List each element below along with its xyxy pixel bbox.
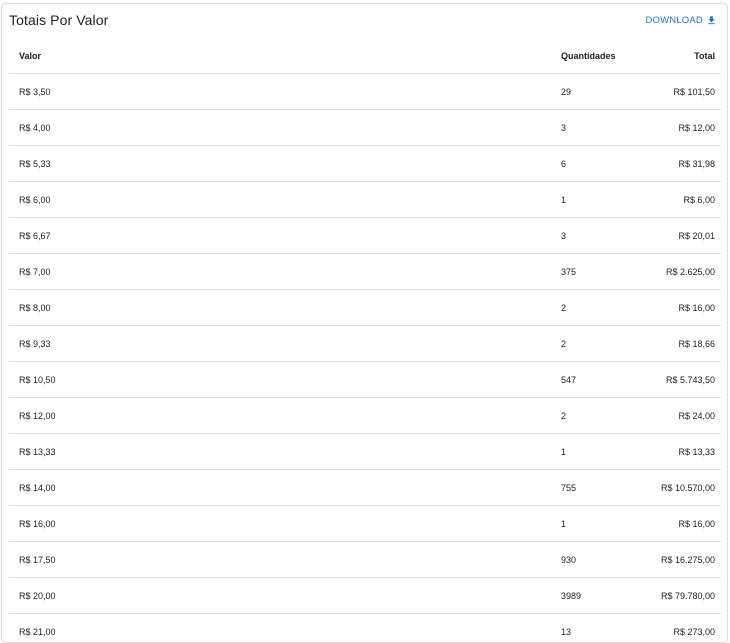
download-icon <box>706 15 717 26</box>
cell-valor: R$ 17,50 <box>9 542 551 578</box>
table-row: R$ 14,00755R$ 10.570,00 <box>9 470 721 506</box>
cell-quantidade: 755 <box>551 470 647 506</box>
cell-quantidade: 375 <box>551 254 647 290</box>
cell-valor: R$ 21,00 <box>9 614 551 643</box>
table-row: R$ 6,673R$ 20,01 <box>9 218 721 254</box>
cell-total: R$ 5.743,50 <box>647 362 721 398</box>
table-body: R$ 3,5029R$ 101,50R$ 4,003R$ 12,00R$ 5,3… <box>9 74 721 643</box>
cell-quantidade: 1 <box>551 434 647 470</box>
cell-valor: R$ 13,33 <box>9 434 551 470</box>
cell-total: R$ 6,00 <box>647 182 721 218</box>
cell-total: R$ 16,00 <box>647 290 721 326</box>
table-row: R$ 20,003989R$ 79.780,00 <box>9 578 721 614</box>
header-valor[interactable]: Valor <box>9 38 551 74</box>
download-button[interactable]: DOWNLOAD <box>645 15 717 26</box>
table-row: R$ 3,5029R$ 101,50 <box>9 74 721 110</box>
cell-valor: R$ 5,33 <box>9 146 551 182</box>
cell-quantidade: 1 <box>551 182 647 218</box>
cell-total: R$ 2.625,00 <box>647 254 721 290</box>
cell-valor: R$ 9,33 <box>9 326 551 362</box>
cell-valor: R$ 6,00 <box>9 182 551 218</box>
cell-quantidade: 13 <box>551 614 647 643</box>
cell-valor: R$ 20,00 <box>9 578 551 614</box>
cell-total: R$ 20,01 <box>647 218 721 254</box>
cell-quantidade: 2 <box>551 290 647 326</box>
table-row: R$ 4,003R$ 12,00 <box>9 110 721 146</box>
cell-quantidade: 6 <box>551 146 647 182</box>
table-row: R$ 12,002R$ 24,00 <box>9 398 721 434</box>
table-row: R$ 21,0013R$ 273,00 <box>9 614 721 643</box>
cell-total: R$ 12,00 <box>647 110 721 146</box>
header-total[interactable]: Total <box>647 38 721 74</box>
cell-valor: R$ 14,00 <box>9 470 551 506</box>
cell-total: R$ 16,00 <box>647 506 721 542</box>
cell-valor: R$ 10,50 <box>9 362 551 398</box>
table-row: R$ 9,332R$ 18,66 <box>9 326 721 362</box>
table-row: R$ 6,001R$ 6,00 <box>9 182 721 218</box>
table-row: R$ 10,50547R$ 5.743,50 <box>9 362 721 398</box>
table-header-row: Valor Quantidades Total <box>9 38 721 74</box>
cell-total: R$ 24,00 <box>647 398 721 434</box>
cell-quantidade: 1 <box>551 506 647 542</box>
cell-total: R$ 16.275,00 <box>647 542 721 578</box>
cell-valor: R$ 12,00 <box>9 398 551 434</box>
cell-total: R$ 13,33 <box>647 434 721 470</box>
cell-quantidade: 2 <box>551 398 647 434</box>
cell-quantidade: 547 <box>551 362 647 398</box>
table-row: R$ 17,50930R$ 16.275,00 <box>9 542 721 578</box>
cell-total: R$ 31,98 <box>647 146 721 182</box>
table-row: R$ 13,331R$ 13,33 <box>9 434 721 470</box>
cell-total: R$ 10.570,00 <box>647 470 721 506</box>
cell-valor: R$ 16,00 <box>9 506 551 542</box>
download-label: DOWNLOAD <box>645 15 703 26</box>
cell-total: R$ 18,66 <box>647 326 721 362</box>
cell-quantidade: 3989 <box>551 578 647 614</box>
cell-quantidade: 3 <box>551 110 647 146</box>
cell-quantidade: 2 <box>551 326 647 362</box>
cell-valor: R$ 8,00 <box>9 290 551 326</box>
header-quantidades[interactable]: Quantidades <box>551 38 647 74</box>
cell-quantidade: 930 <box>551 542 647 578</box>
card-header: Totais Por Valor DOWNLOAD <box>2 4 727 38</box>
totals-table: Valor Quantidades Total R$ 3,5029R$ 101,… <box>9 38 721 643</box>
table-row: R$ 7,00375R$ 2.625,00 <box>9 254 721 290</box>
card-title: Totais Por Valor <box>9 12 108 28</box>
cell-valor: R$ 6,67 <box>9 218 551 254</box>
cell-total: R$ 273,00 <box>647 614 721 643</box>
cell-valor: R$ 3,50 <box>9 74 551 110</box>
cell-total: R$ 101,50 <box>647 74 721 110</box>
cell-quantidade: 29 <box>551 74 647 110</box>
totals-card: Totais Por Valor DOWNLOAD Valor Quantida… <box>1 3 728 643</box>
cell-quantidade: 3 <box>551 218 647 254</box>
table-row: R$ 5,336R$ 31,98 <box>9 146 721 182</box>
cell-valor: R$ 7,00 <box>9 254 551 290</box>
cell-total: R$ 79.780,00 <box>647 578 721 614</box>
table-row: R$ 16,001R$ 16,00 <box>9 506 721 542</box>
table-row: R$ 8,002R$ 16,00 <box>9 290 721 326</box>
cell-valor: R$ 4,00 <box>9 110 551 146</box>
